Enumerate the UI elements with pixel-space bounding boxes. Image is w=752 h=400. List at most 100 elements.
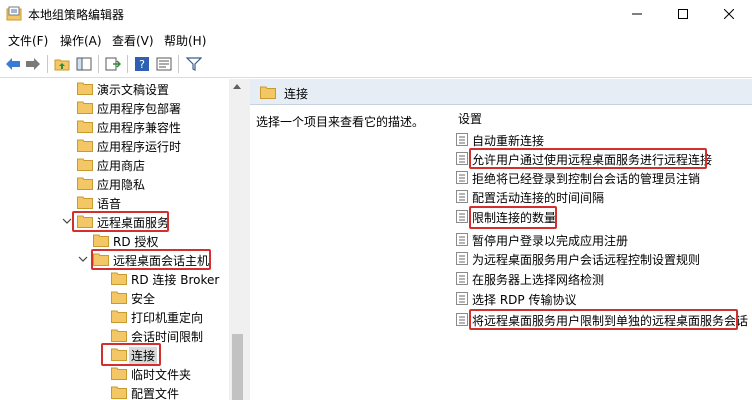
folder-icon bbox=[111, 367, 127, 380]
tree-item-label: 连接 bbox=[129, 347, 158, 364]
tree-item-label: 临时文件夹 bbox=[131, 368, 192, 382]
setting-item-allow-remote-connection[interactable]: 允许用户通过使用远程桌面服务进行远程连接 bbox=[456, 149, 750, 168]
console-tree-icon bbox=[76, 57, 92, 71]
arrow-left-icon bbox=[6, 58, 20, 70]
tree-item-label: 应用商店 bbox=[97, 159, 146, 173]
up-folder-button[interactable] bbox=[52, 54, 72, 74]
setting-item[interactable]: 选择 RDP 传输协议 bbox=[456, 289, 750, 308]
filter-button[interactable] bbox=[184, 54, 204, 74]
tree-item[interactable]: 应用隐私 bbox=[0, 174, 230, 193]
tree-item[interactable]: RD 授权 bbox=[0, 231, 230, 250]
setting-item-label: 选择 RDP 传输协议 bbox=[472, 293, 577, 307]
properties-icon bbox=[156, 57, 172, 71]
scrollbar-thumb[interactable] bbox=[232, 334, 243, 400]
folder-open-icon bbox=[93, 253, 109, 266]
folder-open-icon bbox=[111, 348, 127, 361]
export-list-icon bbox=[105, 57, 121, 71]
close-icon bbox=[724, 9, 734, 19]
setting-item-restrict-single-session[interactable]: 将远程桌面服务用户限制到单独的远程桌面服务会话 bbox=[456, 310, 750, 329]
tree-item[interactable]: 语音 bbox=[0, 193, 230, 212]
maximize-button[interactable] bbox=[660, 0, 706, 28]
settings-column-header[interactable]: 设置 bbox=[458, 110, 482, 127]
policy-setting-icon bbox=[456, 313, 468, 326]
folder-up-icon bbox=[54, 59, 70, 71]
tree-item-label: 会话时间限制 bbox=[131, 330, 204, 344]
policy-setting-icon bbox=[456, 233, 468, 246]
menu-help[interactable]: 帮助(H) bbox=[164, 32, 206, 49]
minimize-button[interactable] bbox=[614, 0, 660, 28]
tree-item-remote-desktop-services[interactable]: 远程桌面服务 bbox=[0, 212, 230, 231]
tree-item[interactable]: 临时文件夹 bbox=[0, 364, 230, 383]
setting-item[interactable]: 在服务器上选择网络检测 bbox=[456, 269, 750, 288]
tree-item[interactable]: 打印机重定向 bbox=[0, 307, 230, 326]
tree-item-label: 语音 bbox=[97, 197, 122, 211]
show-hide-tree-button[interactable] bbox=[74, 54, 94, 74]
close-button[interactable] bbox=[706, 0, 752, 28]
tree-item[interactable]: 应用程序包部署 bbox=[0, 98, 230, 117]
scroll-up-arrow-icon[interactable] bbox=[233, 84, 241, 89]
policy-setting-icon bbox=[456, 152, 468, 165]
tree-item[interactable]: 配置文件 bbox=[0, 383, 230, 400]
tree-item[interactable]: 演示文稿设置 bbox=[0, 79, 230, 98]
setting-item[interactable]: 自动重新连接 bbox=[456, 130, 750, 149]
setting-item-label: 将远程桌面服务用户限制到单独的远程桌面服务会话 bbox=[472, 314, 749, 328]
forward-button[interactable] bbox=[23, 54, 43, 74]
filter-icon bbox=[186, 57, 202, 71]
folder-icon bbox=[77, 139, 93, 152]
menu-action[interactable]: 操作(A) bbox=[60, 32, 102, 49]
tree-item-label: 演示文稿设置 bbox=[97, 83, 170, 97]
tree-item-label: RD 授权 bbox=[113, 235, 159, 249]
help-icon: ? bbox=[135, 57, 149, 71]
setting-item[interactable]: 配置活动连接的时间间隔 bbox=[456, 187, 750, 206]
tree-item[interactable]: 应用商店 bbox=[0, 155, 230, 174]
setting-item-label: 拒绝将已经登录到控制台会话的管理员注销 bbox=[472, 172, 701, 186]
properties-button[interactable] bbox=[154, 54, 174, 74]
folder-icon bbox=[111, 272, 127, 285]
tree-item-label: 远程桌面会话主机 bbox=[113, 254, 210, 268]
tree-scrollbar[interactable] bbox=[229, 79, 246, 400]
folder-open-icon bbox=[77, 215, 93, 228]
folder-icon bbox=[111, 310, 127, 323]
help-button[interactable]: ? bbox=[132, 54, 152, 74]
tree-item[interactable]: 会话时间限制 bbox=[0, 326, 230, 345]
setting-item-label: 自动重新连接 bbox=[472, 134, 545, 148]
tree-item-label: 应用程序兼容性 bbox=[97, 121, 182, 135]
back-button[interactable] bbox=[3, 54, 23, 74]
chevron-down-icon[interactable] bbox=[77, 253, 89, 265]
toolbar: ? bbox=[0, 50, 752, 78]
folder-icon bbox=[93, 234, 109, 247]
tree-item[interactable]: 安全 bbox=[0, 288, 230, 307]
menu-view[interactable]: 查看(V) bbox=[112, 32, 154, 49]
tree-item[interactable]: 应用程序兼容性 bbox=[0, 117, 230, 136]
folder-icon bbox=[111, 329, 127, 342]
folder-icon bbox=[77, 177, 93, 190]
setting-item[interactable]: 为远程桌面服务用户会话远程控制设置规则 bbox=[456, 249, 750, 268]
folder-icon bbox=[77, 158, 93, 171]
setting-item[interactable]: 暂停用户登录以完成应用注册 bbox=[456, 230, 750, 249]
setting-item-label: 配置活动连接的时间间隔 bbox=[472, 191, 605, 205]
setting-item-label: 暂停用户登录以完成应用注册 bbox=[472, 234, 629, 248]
tree-item-label: RD 连接 Broker bbox=[131, 273, 220, 287]
setting-item-label: 为远程桌面服务用户会话远程控制设置规则 bbox=[472, 253, 701, 267]
gpedit-app-icon bbox=[6, 6, 22, 21]
policy-setting-icon bbox=[456, 210, 468, 223]
setting-item[interactable]: 拒绝将已经登录到控制台会话的管理员注销 bbox=[456, 168, 750, 187]
details-header: 连接 bbox=[250, 79, 752, 105]
window-title: 本地组策略编辑器 bbox=[28, 8, 125, 22]
title-bar: 本地组策略编辑器 bbox=[0, 0, 752, 28]
svg-text:?: ? bbox=[139, 58, 145, 71]
setting-item-limit-connections[interactable]: 限制连接的数量 bbox=[456, 207, 750, 226]
menu-file[interactable]: 文件(F) bbox=[8, 32, 48, 49]
chevron-down-icon[interactable] bbox=[61, 215, 73, 227]
export-list-button[interactable] bbox=[103, 54, 123, 74]
tree-item[interactable]: 应用程序运行时 bbox=[0, 136, 230, 155]
tree-item-connections[interactable]: 连接 bbox=[0, 345, 230, 364]
tree-item[interactable]: RD 连接 Broker bbox=[0, 269, 230, 288]
setting-item-label: 允许用户通过使用远程桌面服务进行远程连接 bbox=[472, 153, 713, 167]
tree-item-session-host[interactable]: 远程桌面会话主机 bbox=[0, 250, 230, 269]
tree-item-label: 安全 bbox=[131, 292, 156, 306]
folder-icon bbox=[111, 386, 127, 399]
setting-item-label: 在服务器上选择网络检测 bbox=[472, 273, 605, 287]
arrow-right-icon bbox=[26, 58, 40, 70]
folder-icon bbox=[111, 291, 127, 304]
